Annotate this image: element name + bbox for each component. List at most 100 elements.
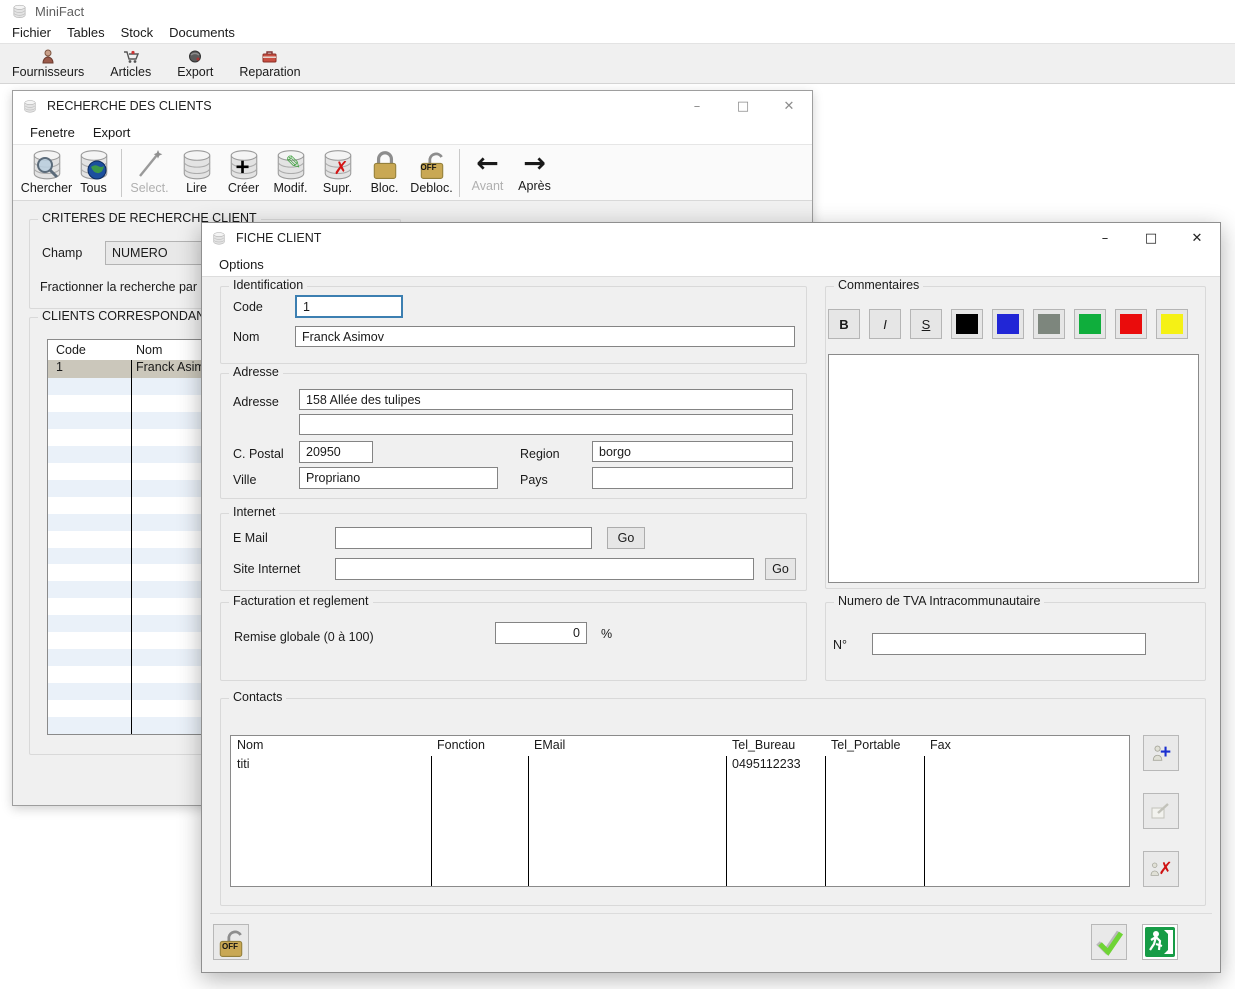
column-header-nom[interactable]: Nom <box>136 343 162 357</box>
exit-button[interactable] <box>1142 924 1178 960</box>
cp-input[interactable]: 20950 <box>299 441 373 463</box>
tous-button[interactable]: Tous <box>70 148 117 195</box>
debloc-button[interactable]: OFF Debloc. <box>408 148 455 195</box>
contact-row-nom[interactable]: titi <box>237 757 250 771</box>
search-toolbar: Chercher Tous Select. <box>13 145 812 201</box>
articles-button[interactable]: Articles <box>104 48 157 80</box>
add-contact-button[interactable]: + <box>1143 735 1179 771</box>
menu-documents[interactable]: Documents <box>161 23 243 42</box>
col-fonction[interactable]: Fonction <box>437 738 485 752</box>
fournisseurs-button[interactable]: Fournisseurs <box>6 48 90 80</box>
adresse-line2-input[interactable] <box>299 414 793 435</box>
pays-input[interactable] <box>592 467 793 489</box>
wand-icon <box>133 148 167 182</box>
column-divider <box>131 360 132 734</box>
contacts-table[interactable]: Nom Fonction EMail Tel_Bureau Tel_Portab… <box>230 735 1130 887</box>
chercher-button[interactable]: Chercher <box>23 148 70 195</box>
red-x-icon: ✗ <box>1158 859 1172 879</box>
all-database-icon <box>77 148 111 182</box>
site-input[interactable] <box>335 558 754 580</box>
maximize-button[interactable]: □ <box>720 91 766 121</box>
color-yellow-button[interactable] <box>1156 309 1188 339</box>
menu-fenetre[interactable]: Fenetre <box>21 123 84 142</box>
search-window-titlebar[interactable]: RECHERCHE DES CLIENTS – □ ✕ <box>13 91 812 121</box>
col-tel-bureau[interactable]: Tel_Bureau <box>732 738 795 752</box>
footer-divider <box>210 913 1212 914</box>
facturation-group: Facturation et reglement Remise globale … <box>220 602 807 681</box>
site-go-button[interactable]: Go <box>765 558 796 580</box>
exit-door-icon <box>1144 926 1176 958</box>
export-button[interactable]: Export <box>171 48 219 80</box>
tva-group: Numero de TVA Intracommunautaire N° <box>825 602 1206 681</box>
region-input[interactable]: borgo <box>592 441 793 462</box>
close-button[interactable]: ✕ <box>1174 223 1220 253</box>
contact-row-tel-bureau[interactable]: 0495112233 <box>732 757 801 771</box>
modif-button[interactable]: ✎ Modif. <box>267 148 314 195</box>
color-gray-button[interactable] <box>1033 309 1065 339</box>
window-database-icon <box>212 231 226 246</box>
color-green-button[interactable] <box>1074 309 1106 339</box>
contacts-group: Contacts Nom Fonction EMail Tel_Bureau T… <box>220 698 1206 906</box>
menu-stock[interactable]: Stock <box>113 23 162 42</box>
col-tel-portable[interactable]: Tel_Portable <box>831 738 901 752</box>
plus-icon: + <box>1160 742 1171 764</box>
menu-fichier[interactable]: Fichier <box>4 23 59 42</box>
code-input[interactable]: 1 <box>295 295 403 318</box>
identification-legend: Identification <box>229 278 307 292</box>
delete-database-icon: ✗ <box>321 148 355 182</box>
tva-n-label: N° <box>833 638 847 652</box>
lire-button[interactable]: Lire <box>173 148 220 195</box>
edit-contact-button[interactable] <box>1143 793 1179 829</box>
col-fax[interactable]: Fax <box>930 738 951 752</box>
unlock-toggle-button[interactable]: OFF <box>213 924 249 960</box>
minimize-button[interactable]: – <box>674 91 720 121</box>
email-input[interactable] <box>335 527 592 549</box>
commentaires-legend: Commentaires <box>834 278 923 292</box>
avant-button[interactable]: ← Avant <box>464 148 511 193</box>
tva-legend: Numero de TVA Intracommunautaire <box>834 594 1044 608</box>
menu-options[interactable]: Options <box>210 255 273 274</box>
email-go-button[interactable]: Go <box>607 527 645 549</box>
color-blue-button[interactable] <box>992 309 1024 339</box>
site-label: Site Internet <box>233 562 300 576</box>
arrow-left-icon: ← <box>476 148 499 180</box>
column-header-code[interactable]: Code <box>56 343 86 357</box>
minimize-button[interactable]: – <box>1082 223 1128 253</box>
ville-input[interactable]: Propriano <box>299 467 498 489</box>
bloc-button[interactable]: Bloc. <box>361 148 408 195</box>
commentaires-textarea[interactable] <box>828 354 1199 583</box>
bold-button[interactable]: B <box>828 309 860 339</box>
apres-button[interactable]: → Après <box>511 148 558 193</box>
validate-button[interactable] <box>1091 924 1127 960</box>
adresse-line1-input[interactable]: 158 Allée des tulipes <box>299 389 793 410</box>
maximize-button[interactable]: □ <box>1128 223 1174 253</box>
lock-icon <box>368 148 402 182</box>
supplier-person-icon <box>40 49 56 64</box>
color-black-button[interactable] <box>951 309 983 339</box>
reparation-button[interactable]: Reparation <box>233 48 306 80</box>
modify-database-icon: ✎ <box>274 148 308 182</box>
nom-input[interactable]: Franck Asimov <box>295 326 795 347</box>
cart-icon <box>122 49 139 64</box>
internet-legend: Internet <box>229 505 279 519</box>
remise-input[interactable]: 0 <box>495 622 587 644</box>
select-button[interactable]: Select. <box>126 148 173 195</box>
client-window-title: FICHE CLIENT <box>236 231 321 245</box>
menu-tables[interactable]: Tables <box>59 23 113 42</box>
tva-input[interactable] <box>872 633 1146 655</box>
creer-button[interactable]: + Créer <box>220 148 267 195</box>
close-button[interactable]: ✕ <box>766 91 812 121</box>
champ-label: Champ <box>42 246 82 260</box>
delete-contact-button[interactable]: ✗ <box>1143 851 1179 887</box>
adresse-group: Adresse Adresse 158 Allée des tulipes C.… <box>220 373 807 499</box>
client-window-titlebar[interactable]: FICHE CLIENT – □ ✕ <box>202 223 1220 253</box>
col-email[interactable]: EMail <box>534 738 565 752</box>
underline-button[interactable]: S <box>910 309 942 339</box>
cp-label: C. Postal <box>233 447 284 461</box>
italic-button[interactable]: I <box>869 309 901 339</box>
supr-button[interactable]: ✗ Supr. <box>314 148 361 195</box>
color-red-button[interactable] <box>1115 309 1147 339</box>
menu-export[interactable]: Export <box>84 123 140 142</box>
col-nom[interactable]: Nom <box>237 738 263 752</box>
client-window-menubar: Options <box>202 253 1220 277</box>
